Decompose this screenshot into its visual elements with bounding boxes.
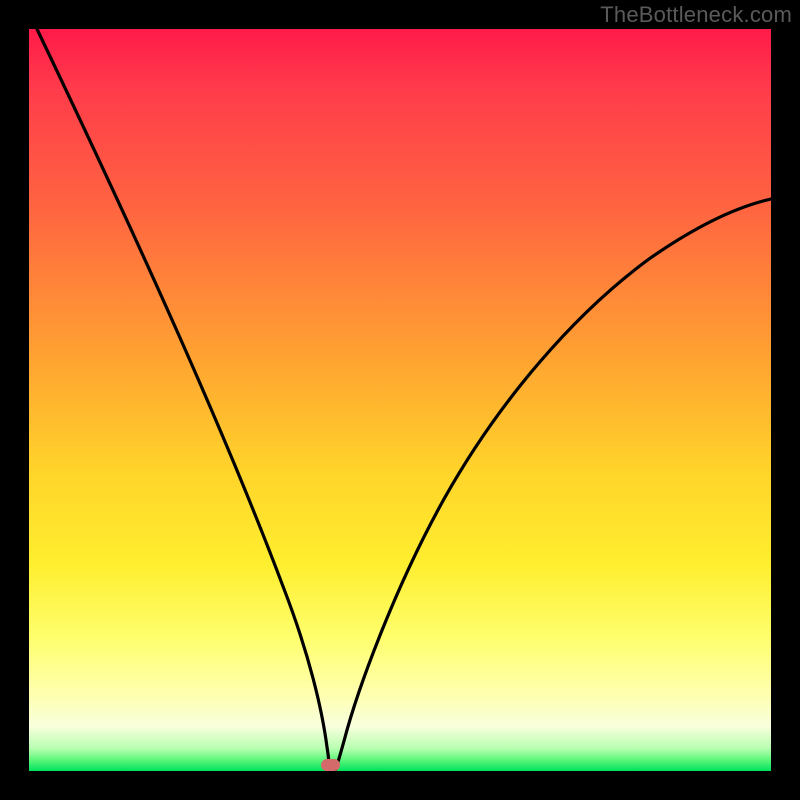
bottleneck-curve xyxy=(29,29,771,771)
chart-frame: TheBottleneck.com xyxy=(0,0,800,800)
optimal-marker xyxy=(321,759,340,771)
plot-area xyxy=(29,29,771,771)
watermark-text: TheBottleneck.com xyxy=(600,2,792,28)
